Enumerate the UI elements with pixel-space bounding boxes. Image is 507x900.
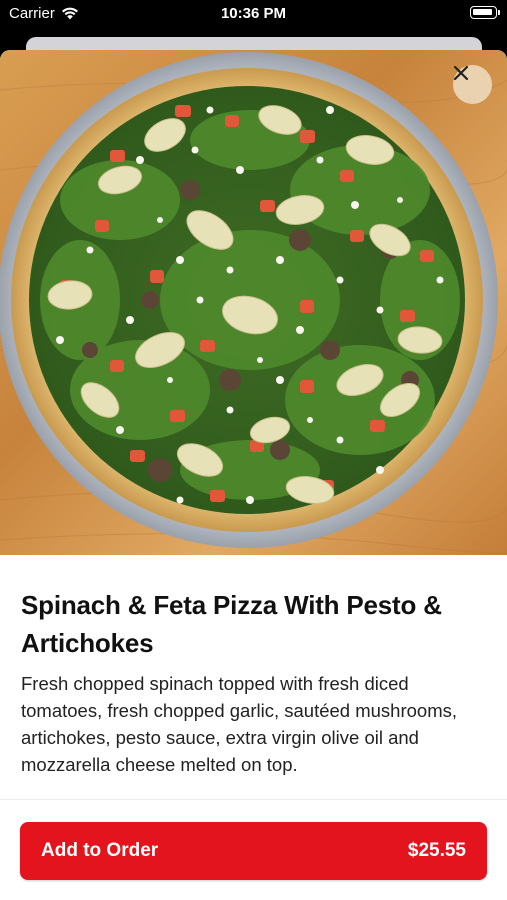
close-icon [453,65,469,81]
item-title: Spinach & Feta Pizza With Pesto & Artich… [21,590,442,658]
divider [0,799,507,800]
status-time: 10:36 PM [220,5,287,22]
battery-icon [470,6,500,19]
status-bar: Carrier 10:36 PM [0,0,507,30]
item-detail-sheet: Spinach & Feta Pizza With Pesto & Artich… [0,50,507,900]
item-description: Fresh chopped spinach topped with fresh … [21,673,458,775]
pizza-illustration [0,52,507,554]
item-price: $25.55 [407,840,466,861]
add-to-order-label: Add to Order [41,840,159,861]
item-details: Spinach & Feta Pizza With Pesto & Artich… [0,555,507,778]
pizza-photo [0,50,507,555]
close-button[interactable] [453,65,492,104]
add-to-order-button[interactable]: Add to Order $25.55 [20,822,487,880]
